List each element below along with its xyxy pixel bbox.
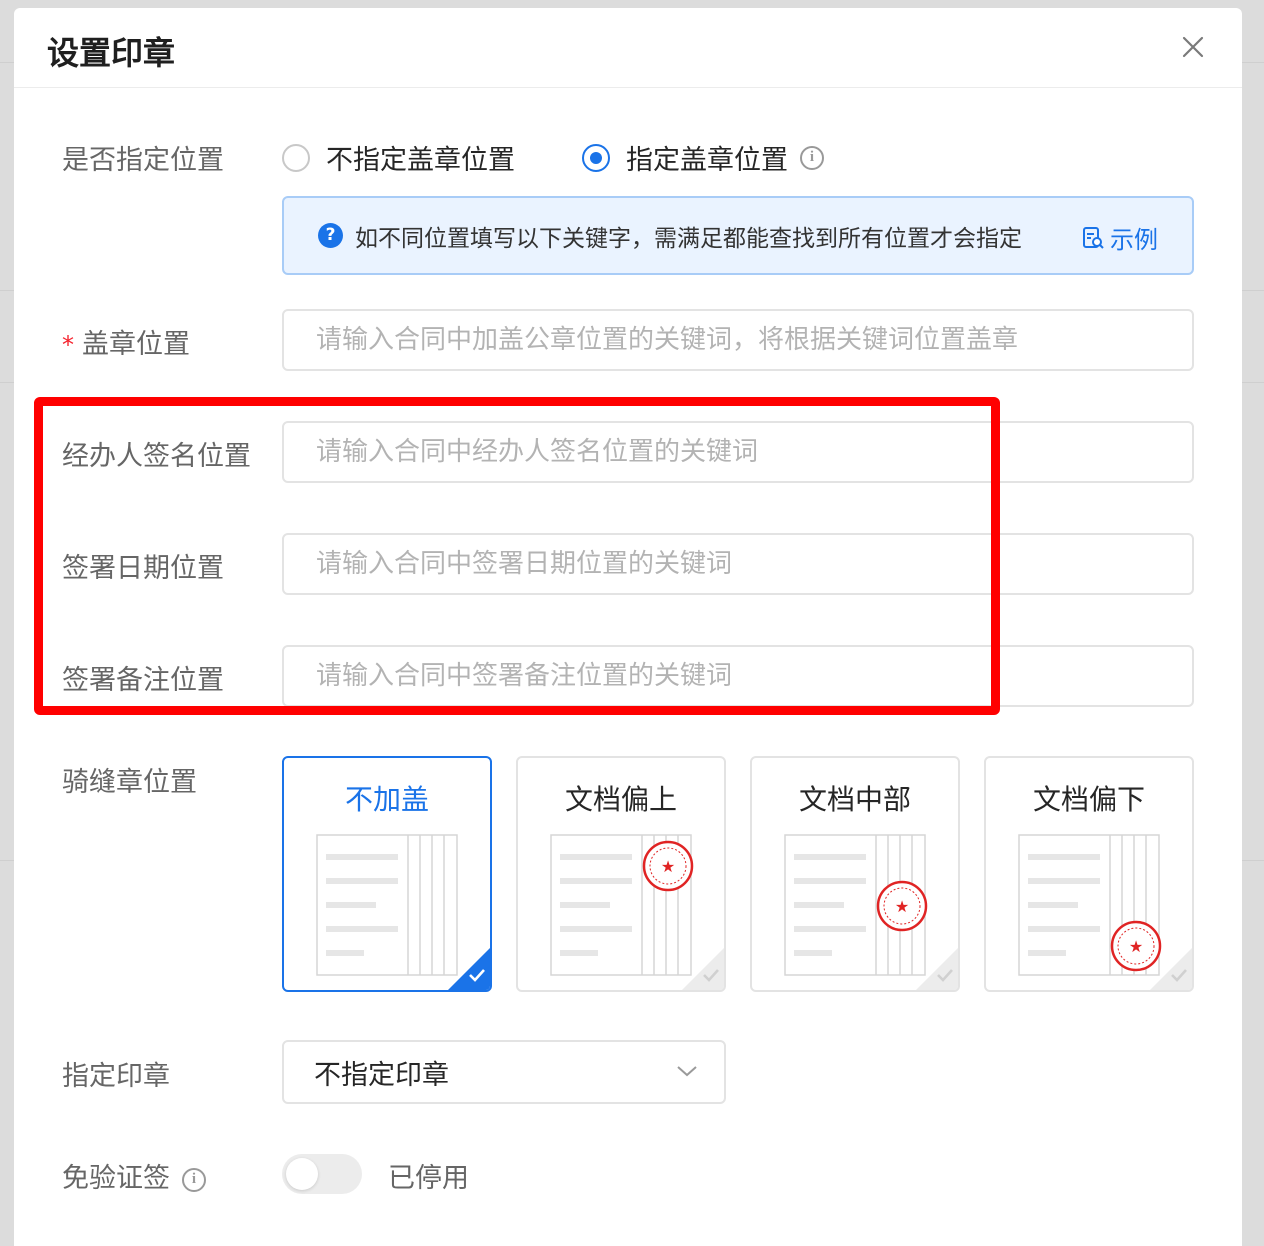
svg-text:★: ★ [661,857,675,876]
radio-circle[interactable] [582,143,610,172]
riding-seal-option-3[interactable]: 文档偏下 ★ [984,756,1194,992]
riding-seal-option-0[interactable]: 不加盖 [282,756,492,992]
document-illustration: ★ [1018,834,1162,982]
check-icon [468,967,486,986]
position-mode-label: 是否指定位置 [62,145,224,176]
question-icon: ? [318,223,343,248]
info-icon[interactable]: i [182,1167,206,1192]
riding-seal-option-label: 文档偏下 [1032,783,1145,816]
riding-seal-option-label: 不加盖 [344,783,429,816]
toggle-status-text: 已停用 [388,1163,469,1194]
required-mark: * [62,331,74,359]
riding-seal-option-label: 文档中部 [798,783,911,816]
example-link-label: 示例 [1110,226,1158,254]
notice-text: 如不同位置填写以下关键字，需满足都能查找到所有位置才会指定 [355,225,1022,252]
close-icon [1182,36,1204,58]
handler-signature-input[interactable] [282,421,1194,483]
sign-remark-label: 签署备注位置 [62,665,224,696]
riding-seal-option-1[interactable]: 文档偏上 ★ [516,756,726,992]
close-button[interactable] [1178,32,1208,62]
chevron-down-icon [677,1066,697,1077]
document-illustration: ★ [550,834,694,982]
sign-date-input[interactable] [282,533,1194,595]
svg-text:★: ★ [1129,937,1143,956]
modal-header: 设置印章 [14,8,1242,88]
specify-seal-select[interactable]: 不指定印章 [282,1040,726,1104]
riding-seal-option-2[interactable]: 文档中部 ★ [750,756,960,992]
sign-remark-input[interactable] [282,645,1194,707]
radio-no-position[interactable]: 不指定盖章位置 [282,138,515,177]
riding-seal-option-label: 文档偏上 [564,783,677,816]
seal-position-input[interactable] [282,309,1194,371]
seal-position-label: * 盖章位置 [62,322,190,361]
specify-seal-label: 指定印章 [62,1061,170,1092]
sign-date-label: 签署日期位置 [62,553,224,584]
check-icon [702,967,720,986]
radio-label: 不指定盖章位置 [326,145,515,176]
seal-stamp-icon: ★ [876,880,928,932]
handler-signature-label: 经办人签名位置 [62,441,251,472]
document-search-icon [1083,226,1104,249]
riding-seal-label: 骑缝章位置 [62,767,197,798]
toggle-knob [286,1158,318,1190]
radio-circle[interactable] [282,143,310,172]
document-illustration [316,834,460,982]
example-link[interactable]: 示例 [1082,220,1158,255]
radio-label: 指定盖章位置 [626,145,788,176]
check-icon [1170,967,1188,986]
check-icon [936,967,954,986]
svg-text:★: ★ [895,897,909,916]
exempt-verify-toggle[interactable] [282,1154,362,1194]
set-seal-modal: 设置印章 是否指定位置 不指定盖章位置 指定盖章位置 i ? 如不同位置填写以下… [14,8,1242,1246]
seal-stamp-icon: ★ [642,840,694,892]
document-illustration: ★ [784,834,928,982]
select-value: 不指定印章 [314,1059,449,1091]
radio-specify-position[interactable]: 指定盖章位置 i [582,138,824,177]
seal-position-label-text: 盖章位置 [82,329,190,360]
modal-title: 设置印章 [47,34,176,72]
exempt-verify-label: 免验证签 i [62,1156,206,1195]
exempt-verify-label-text: 免验证签 [62,1163,170,1194]
notice-banner: ? 如不同位置填写以下关键字，需满足都能查找到所有位置才会指定 示例 [282,196,1194,275]
info-icon[interactable]: i [800,145,824,170]
